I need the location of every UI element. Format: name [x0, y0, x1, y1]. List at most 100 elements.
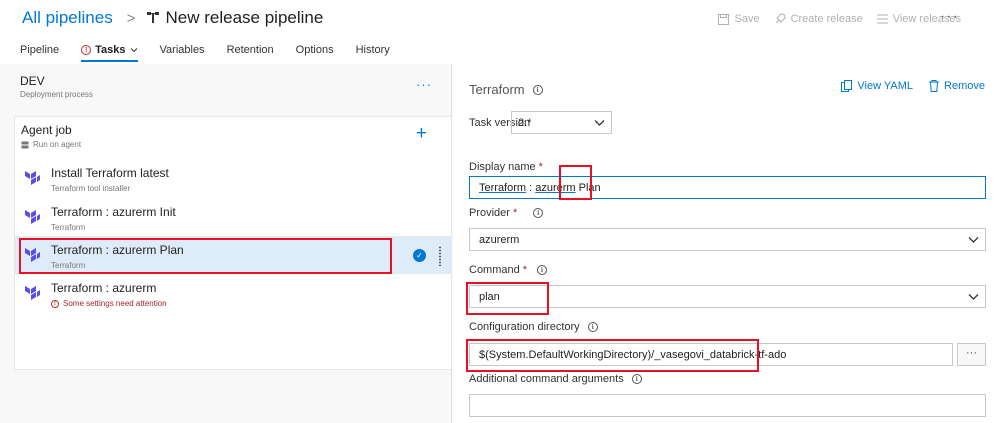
browse-button[interactable]: ··· [957, 343, 986, 366]
more-actions-button[interactable]: ··· [940, 8, 959, 26]
task-detail-panel: Terraform i View YAML Remove Task versio… [453, 64, 999, 423]
add-task-button[interactable]: + [416, 123, 427, 145]
provider-label-text: Provider [469, 207, 510, 219]
provider-value: azurerm [479, 234, 520, 246]
detail-actions: View YAML Remove [825, 80, 985, 92]
task-item[interactable]: Install Terraform latest Terraform tool … [15, 160, 452, 198]
config-dir-label-text: Configuration directory [469, 321, 580, 333]
tab-pipeline[interactable]: Pipeline [20, 44, 59, 62]
highlight-box [19, 238, 392, 274]
save-button[interactable]: Save [718, 13, 760, 25]
stage-more-button[interactable]: ··· [416, 77, 432, 92]
stage-subtitle: Deployment process [20, 90, 93, 99]
create-release-button[interactable]: Create release [774, 13, 863, 25]
create-release-label: Create release [790, 13, 863, 25]
server-icon [21, 141, 29, 148]
breadcrumb-all-pipelines[interactable]: All pipelines [22, 8, 113, 28]
info-icon[interactable]: i [533, 208, 544, 218]
task-version-select[interactable]: 2.* [511, 111, 612, 134]
task-subtitle-text: Some settings need attention [63, 299, 167, 308]
display-name-part: Terraform [479, 182, 527, 194]
terraform-icon [25, 210, 40, 224]
command-label-text: Command [469, 264, 520, 276]
chevron-down-icon [968, 237, 979, 243]
task-subtitle: Terraform [51, 223, 86, 232]
list-icon [876, 14, 888, 24]
additional-args-label-text: Additional command arguments [469, 373, 624, 385]
drag-handle-icon[interactable] [438, 246, 442, 266]
release-pipeline-icon [146, 12, 159, 23]
toolbar: Save Create release View releases [704, 13, 961, 25]
stage-header[interactable]: DEV Deployment process ··· [14, 68, 452, 100]
warning-icon: ! [51, 299, 59, 308]
detail-title: Terraform i [469, 82, 543, 97]
highlight-box [466, 339, 759, 372]
tab-variables[interactable]: Variables [160, 44, 205, 62]
tab-history[interactable]: History [356, 44, 390, 62]
remove-label: Remove [944, 80, 985, 92]
agent-job-header[interactable]: Agent job Run on agent [21, 123, 81, 149]
task-subtitle-warning: ! Some settings need attention [51, 299, 167, 308]
required-mark: * [512, 207, 518, 219]
task-version-value: 2.* [518, 117, 532, 129]
highlight-box [466, 282, 549, 315]
remove-button[interactable]: Remove [929, 80, 985, 92]
required-mark: * [522, 264, 528, 276]
tab-label: History [355, 44, 390, 56]
tab-label: Pipeline [20, 44, 60, 56]
info-icon[interactable]: i [532, 84, 543, 95]
task-item[interactable]: Terraform : azurerm Init Terraform [15, 199, 452, 237]
tab-label: Retention [226, 44, 274, 56]
tab-retention[interactable]: Retention [227, 44, 274, 62]
display-name-field[interactable]: Terraform : azurerm Plan [469, 176, 986, 199]
chevron-down-icon [968, 294, 979, 300]
tab-label: Options [295, 44, 334, 56]
task-title: Terraform : azurerm [51, 281, 157, 295]
info-icon[interactable]: i [587, 322, 598, 332]
agent-job-subtitle-text: Run on agent [33, 140, 82, 149]
task-subtitle: Terraform tool installer [51, 184, 131, 193]
stage-name: DEV [20, 74, 45, 88]
agent-job-title: Agent job [21, 123, 72, 137]
command-label: Command * i [469, 264, 548, 276]
task-item-selected[interactable]: Terraform : azurerm Plan Terraform ✓ [15, 236, 452, 274]
tab-label: Variables [159, 44, 205, 56]
tab-tasks[interactable]: ! Tasks [81, 44, 138, 62]
display-name-part: : [526, 182, 536, 194]
header: All pipelines > New release pipeline Sav… [0, 0, 999, 64]
additional-args-field[interactable] [469, 394, 986, 417]
save-icon [718, 13, 730, 25]
task-item[interactable]: Terraform : azurerm ! Some settings need… [15, 275, 452, 313]
tab-label: Tasks [95, 44, 126, 56]
agent-job-subtitle: Run on agent [21, 140, 81, 149]
task-title: Terraform : azurerm Init [51, 205, 176, 219]
provider-label: Provider * i [469, 207, 544, 219]
task-list-panel: DEV Deployment process ··· Agent job Run… [0, 64, 452, 423]
breadcrumb-separator: > [126, 9, 136, 27]
rocket-icon [775, 13, 786, 24]
trash-icon [929, 80, 940, 92]
agent-job: Agent job Run on agent + Install Terrafo… [14, 116, 452, 370]
terraform-icon [25, 286, 40, 300]
display-name-label: Display name * [469, 161, 543, 173]
pipeline-title[interactable]: New release pipeline [166, 8, 324, 28]
view-yaml-button[interactable]: View YAML [841, 80, 913, 92]
view-yaml-label: View YAML [857, 80, 914, 92]
checkmark-icon[interactable]: ✓ [413, 249, 426, 262]
task-title: Install Terraform latest [51, 166, 169, 180]
terraform-icon [25, 171, 40, 185]
provider-select[interactable]: azurerm [469, 228, 986, 251]
warning-icon: ! [81, 45, 92, 55]
tab-options[interactable]: Options [296, 44, 334, 62]
tab-bar: Pipeline ! Tasks Variables Retention Opt… [20, 44, 412, 62]
breadcrumb: All pipelines > New release pipeline [22, 8, 323, 28]
chevron-down-icon [594, 120, 605, 126]
additional-args-label: Additional command arguments i [469, 373, 642, 385]
config-dir-label: Configuration directory i [469, 321, 598, 333]
chevron-down-icon [130, 48, 137, 53]
highlight-box [559, 165, 592, 200]
info-icon[interactable]: i [537, 265, 548, 275]
required-mark: * [538, 161, 543, 173]
info-icon[interactable]: i [631, 374, 642, 384]
display-name-label-text: Display name [469, 161, 536, 173]
